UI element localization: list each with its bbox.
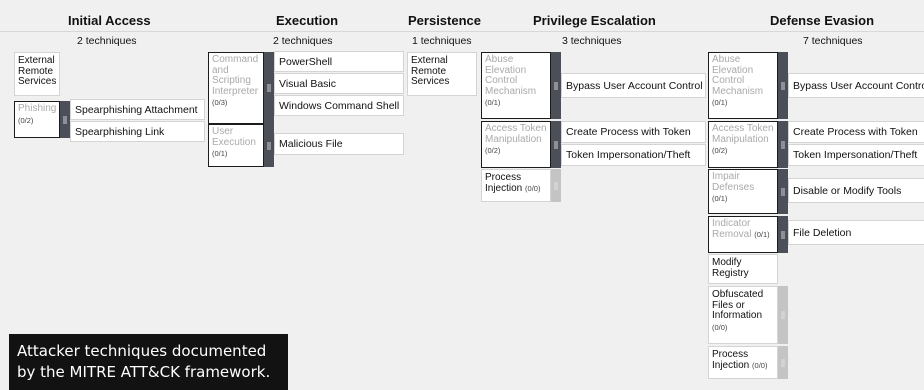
defense-atm-expand-handle[interactable] (778, 121, 788, 168)
subtechnique-defense-bypass-uac[interactable]: Bypass User Account Control (788, 73, 924, 98)
subtechnique-visual-basic[interactable]: Visual Basic (274, 73, 404, 94)
user-exec-count: (0/1) (212, 149, 228, 158)
count-privilege-escalation: 3 techniques (562, 35, 622, 47)
technique-persistence-external-remote-services[interactable]: External Remote Services (407, 52, 477, 96)
subtechnique-file-deletion[interactable]: File Deletion (788, 220, 924, 245)
user-exec-label: User Execution (212, 126, 256, 148)
defense-atm-count: (0/2) (712, 146, 728, 155)
count-persistence: 1 techniques (412, 35, 472, 47)
technique-defense-access-token[interactable]: Access Token Manipulation (0/2) (708, 121, 778, 168)
subtechnique-defense-token-impersonation[interactable]: Token Impersonation/Theft (788, 144, 924, 166)
defense-pi-label: Process Injection (712, 349, 750, 371)
technique-obfuscated-files[interactable]: Obfuscated Files or Information (0/0) (708, 286, 778, 344)
impair-expand-handle[interactable] (778, 169, 788, 214)
subtechnique-powershell[interactable]: PowerShell (274, 51, 404, 72)
subtechnique-windows-command-shell[interactable]: Windows Command Shell (274, 95, 404, 116)
defense-atm-label: Access Token Manipulation (712, 123, 774, 145)
tactic-execution[interactable]: Execution (276, 13, 338, 28)
count-execution: 2 techniques (273, 35, 333, 47)
privesc-abuse-expand-handle[interactable] (551, 52, 561, 119)
privesc-abuse-label: Abuse Elevation Control Mechanism (485, 54, 537, 97)
subtechnique-privesc-create-process[interactable]: Create Process with Token (561, 121, 706, 143)
subtechnique-defense-create-process[interactable]: Create Process with Token (788, 121, 924, 143)
privesc-pi-label: Process Injection (485, 172, 523, 194)
indicator-count: (0/1) (754, 229, 770, 239)
obf-label: Obfuscated Files or Information (712, 289, 764, 321)
technique-privesc-abuse-elevation[interactable]: Abuse Elevation Control Mechanism (0/1) (481, 52, 551, 119)
privesc-pi-expand-handle[interactable] (551, 169, 561, 202)
defense-pi-count: (0/0) (752, 360, 768, 370)
privesc-abuse-count: (0/1) (485, 98, 501, 107)
indicator-expand-handle[interactable] (778, 216, 788, 253)
subtechnique-privesc-token-impersonation[interactable]: Token Impersonation/Theft (561, 144, 706, 166)
phishing-label: Phishing (18, 103, 57, 114)
technique-impair-defenses[interactable]: Impair Defenses (0/1) (708, 169, 778, 214)
tactic-privilege-escalation[interactable]: Privilege Escalation (533, 13, 656, 28)
user-exec-expand-handle[interactable] (264, 124, 274, 167)
technique-command-scripting-interpreter[interactable]: Command and Scripting Interpreter (0/3) (208, 52, 264, 124)
header-divider (0, 31, 924, 32)
subtechnique-disable-modify-tools[interactable]: Disable or Modify Tools (788, 178, 924, 203)
phishing-expand-handle[interactable] (60, 101, 70, 138)
tactic-persistence[interactable]: Persistence (408, 13, 481, 28)
subtechnique-privesc-bypass-uac[interactable]: Bypass User Account Control (561, 73, 706, 98)
cmd-arrow-icon (264, 111, 271, 123)
obf-count: (0/0) (712, 322, 728, 332)
cmd-label: Command and Scripting Interpreter (212, 54, 259, 97)
technique-indicator-removal[interactable]: Indicator Removal (0/1) (708, 216, 778, 253)
cmd-count: (0/3) (212, 98, 228, 107)
indicator-label: Indicator Removal (712, 218, 752, 240)
privesc-pi-count: (0/0) (525, 183, 541, 193)
tactic-defense-evasion[interactable]: Defense Evasion (770, 13, 874, 28)
technique-user-execution[interactable]: User Execution (0/1) (208, 124, 264, 167)
caption-line-1: Attacker techniques documented (17, 342, 267, 360)
caption-box: Attacker techniques documented by the MI… (9, 334, 288, 390)
subtechnique-spearphishing-attachment[interactable]: Spearphishing Attachment (70, 99, 205, 120)
defense-abuse-expand-handle[interactable] (778, 52, 788, 119)
privesc-atm-label: Access Token Manipulation (485, 123, 547, 145)
technique-defense-process-injection[interactable]: Process Injection (0/0) (708, 346, 778, 379)
technique-privesc-process-injection[interactable]: Process Injection (0/0) (481, 169, 551, 202)
defense-abuse-count: (0/1) (712, 98, 728, 107)
technique-external-remote-services[interactable]: External Remote Services (14, 52, 60, 96)
caption-line-2: by the MITRE ATT&CK framework. (17, 363, 271, 381)
technique-modify-registry[interactable]: Modify Registry (708, 254, 778, 284)
technique-defense-abuse-elevation[interactable]: Abuse Elevation Control Mechanism (0/1) (708, 52, 778, 119)
subtechnique-malicious-file[interactable]: Malicious File (274, 133, 404, 155)
count-initial-access: 2 techniques (77, 35, 137, 47)
technique-privesc-access-token[interactable]: Access Token Manipulation (0/2) (481, 121, 551, 168)
privesc-atm-count: (0/2) (485, 146, 501, 155)
defense-pi-expand-handle[interactable] (778, 346, 788, 379)
count-defense-evasion: 7 techniques (803, 35, 863, 47)
tactic-initial-access[interactable]: Initial Access (68, 13, 151, 28)
phishing-count: (0/2) (18, 115, 34, 125)
technique-phishing[interactable]: Phishing (0/2) (14, 101, 60, 138)
impair-count: (0/1) (712, 194, 728, 203)
defense-abuse-label: Abuse Elevation Control Mechanism (712, 54, 764, 97)
impair-label: Impair Defenses (712, 171, 755, 193)
obf-expand-handle[interactable] (778, 286, 788, 344)
subtechnique-spearphishing-link[interactable]: Spearphishing Link (70, 121, 205, 142)
privesc-atm-expand-handle[interactable] (551, 121, 561, 168)
